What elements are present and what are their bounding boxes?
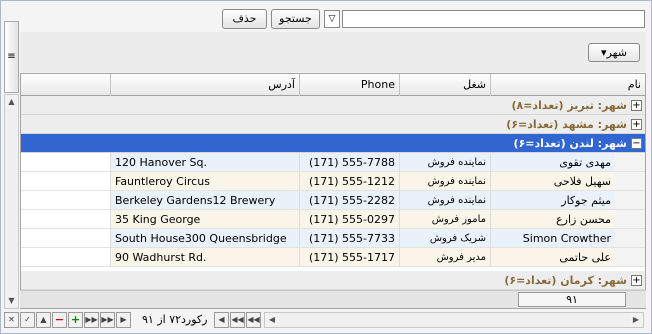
cell-name[interactable]: محسن زارع bbox=[490, 210, 615, 229]
cell-phone[interactable]: (171) 555-7788 bbox=[299, 153, 399, 172]
group-label: شهر: تبریز (تعداد=۸) bbox=[511, 99, 627, 112]
expand-icon[interactable]: + bbox=[631, 100, 642, 111]
header-job[interactable]: شغل bbox=[399, 74, 490, 96]
cell-address[interactable]: 90 Wadhurst Rd. bbox=[110, 248, 299, 267]
cell-job[interactable]: نماینده فروش bbox=[399, 191, 490, 210]
search-input[interactable] bbox=[342, 10, 645, 28]
group-by-city-chip[interactable]: ▾شهر bbox=[588, 43, 640, 62]
menu-icon: ≡ bbox=[7, 51, 16, 62]
edit-icon[interactable]: ▲ bbox=[36, 312, 51, 328]
scroll-down-icon[interactable]: ▼ bbox=[5, 294, 18, 308]
cell-address[interactable]: South House300 Queensbridge bbox=[110, 229, 299, 248]
row-indent bbox=[615, 229, 645, 248]
cell-address[interactable]: 120 Hanover Sq. bbox=[110, 153, 299, 172]
cell-name[interactable]: سهیل فلاحی bbox=[490, 172, 615, 191]
header-phone[interactable]: Phone bbox=[299, 74, 399, 96]
table-row[interactable]: 90 Wadhurst Rd. (171) 555-1717 مدیر فروش… bbox=[21, 248, 645, 267]
row-indent bbox=[615, 191, 645, 210]
group-row-london[interactable]: − شهر: لندن (تعداد=۶) bbox=[21, 134, 645, 153]
group-row-tabriz[interactable]: + شهر: تبریز (تعداد=۸) bbox=[21, 96, 645, 115]
record-counter: رکورد۷۲ از ۹۱ bbox=[142, 313, 208, 326]
prev-record-icon[interactable]: ◀ bbox=[214, 312, 229, 328]
next-record-icon[interactable]: ▶ bbox=[116, 312, 131, 328]
insert-record-icon[interactable]: + bbox=[68, 312, 83, 328]
cell-address[interactable]: Berkeley Gardens12 Brewery bbox=[110, 191, 299, 210]
header-name[interactable]: نام bbox=[490, 74, 645, 96]
cancel-icon[interactable]: ✕ bbox=[4, 312, 19, 328]
scroll-right-icon[interactable]: ▶ bbox=[629, 313, 643, 327]
data-grid: آدرس Phone شغل نام + شهر: تبریز (تعداد=۸… bbox=[20, 73, 646, 309]
row-spacer bbox=[21, 229, 110, 248]
cell-name[interactable]: علی حاتمی bbox=[490, 248, 615, 267]
group-label: شهر: کرمان (تعداد=۶) bbox=[504, 274, 627, 287]
search-button[interactable]: جستجو bbox=[271, 9, 320, 29]
row-indent bbox=[615, 172, 645, 191]
table-row[interactable]: Fauntleroy Circus (171) 555-1212 نماینده… bbox=[21, 172, 645, 191]
scroll-up-icon[interactable]: ▲ bbox=[5, 95, 18, 109]
table-row[interactable]: 35 King George (171) 555-0297 مامور فروش… bbox=[21, 210, 645, 229]
table-row[interactable]: Berkeley Gardens12 Brewery (171) 555-228… bbox=[21, 191, 645, 210]
cell-phone[interactable]: (171) 555-2282 bbox=[299, 191, 399, 210]
chevron-down-icon: ▽ bbox=[328, 14, 336, 24]
grid-footer: ۹۱ bbox=[20, 290, 646, 308]
record-navigator: ✕ ✓ ▲ − + ▶▶ ▶▶ ▶ رکورد۷۲ از ۹۱ ◀ ◀◀ ◀◀ … bbox=[4, 311, 644, 329]
delete-record-icon[interactable]: − bbox=[52, 312, 67, 328]
row-indent bbox=[615, 153, 645, 172]
last-record-icon[interactable]: ▶▶ bbox=[84, 312, 99, 328]
header-spacer bbox=[21, 74, 110, 96]
header-address[interactable]: آدرس bbox=[110, 74, 299, 96]
group-label: شهر: مشهد (تعداد=۶) bbox=[506, 118, 627, 131]
collapse-icon[interactable]: − bbox=[631, 138, 642, 149]
group-label: شهر: لندن (تعداد=۶) bbox=[513, 137, 627, 150]
row-spacer bbox=[21, 248, 110, 267]
search-field-dropdown[interactable]: ▽ bbox=[324, 10, 340, 28]
group-panel-toggle[interactable]: ≡ bbox=[4, 21, 19, 93]
scroll-left-icon[interactable]: ◀ bbox=[265, 313, 279, 327]
group-row-kerman[interactable]: + شهر: کرمان (تعداد=۶) bbox=[21, 271, 645, 290]
row-spacer bbox=[21, 153, 110, 172]
cell-job[interactable]: مدیر فروش bbox=[399, 248, 490, 267]
cell-address[interactable]: 35 King George bbox=[110, 210, 299, 229]
vertical-scrollbar[interactable]: ▲ ▼ bbox=[4, 94, 19, 309]
prev-page-icon[interactable]: ◀◀ bbox=[230, 312, 245, 328]
cell-address[interactable]: Fauntleroy Circus bbox=[110, 172, 299, 191]
cell-phone[interactable]: (171) 555-1717 bbox=[299, 248, 399, 267]
table-row[interactable]: 120 Hanover Sq. (171) 555-7788 نماینده ف… bbox=[21, 153, 645, 172]
row-spacer bbox=[21, 191, 110, 210]
delete-button[interactable]: حذف bbox=[222, 9, 267, 29]
cell-job[interactable]: نماینده فروش bbox=[399, 153, 490, 172]
first-record-icon[interactable]: ◀◀ bbox=[246, 312, 261, 328]
horizontal-scrollbar[interactable]: ◀ ▶ bbox=[264, 312, 644, 328]
cell-name[interactable]: Simon Crowther bbox=[490, 229, 615, 248]
group-row-mashhad[interactable]: + شهر: مشهد (تعداد=۶) bbox=[21, 115, 645, 134]
table-row[interactable]: South House300 Queensbridge (171) 555-77… bbox=[21, 229, 645, 248]
cell-job[interactable]: مامور فروش bbox=[399, 210, 490, 229]
next-page-icon[interactable]: ▶▶ bbox=[100, 312, 115, 328]
cell-phone[interactable]: (171) 555-7733 bbox=[299, 229, 399, 248]
cell-phone[interactable]: (171) 555-0297 bbox=[299, 210, 399, 229]
cell-name[interactable]: میثم جوکار bbox=[490, 191, 615, 210]
search-bar: حذف جستجو ▽ bbox=[222, 9, 645, 29]
grid-header: آدرس Phone شغل نام bbox=[21, 74, 645, 96]
grid-window: ≡ حذف جستجو ▽ ▾شهر ▲ ▼ آدرس Phone شغل نا… bbox=[0, 0, 652, 334]
cell-name[interactable]: مهدی تقوی bbox=[490, 153, 615, 172]
cell-job[interactable]: شریک فروش bbox=[399, 229, 490, 248]
group-by-panel: ▾شهر bbox=[20, 32, 646, 72]
cell-phone[interactable]: (171) 555-1212 bbox=[299, 172, 399, 191]
footer-total: ۹۱ bbox=[518, 292, 626, 307]
cell-job[interactable]: نماینده فروش bbox=[399, 172, 490, 191]
apply-icon[interactable]: ✓ bbox=[20, 312, 35, 328]
row-indent bbox=[615, 248, 645, 267]
row-spacer bbox=[21, 172, 110, 191]
expand-icon[interactable]: + bbox=[631, 275, 642, 286]
expand-icon[interactable]: + bbox=[631, 119, 642, 130]
row-spacer bbox=[21, 210, 110, 229]
row-indent bbox=[615, 210, 645, 229]
